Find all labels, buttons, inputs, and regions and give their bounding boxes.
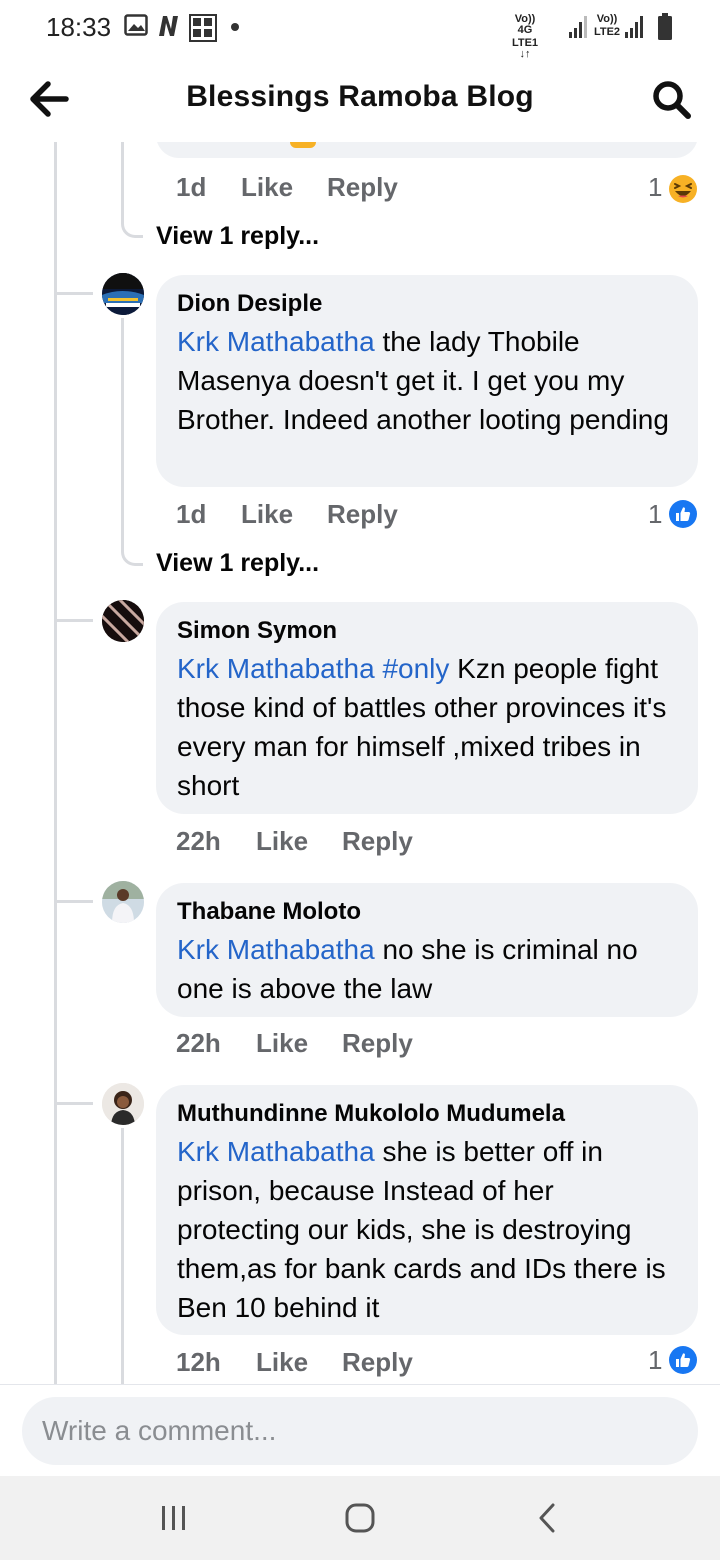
mention-link[interactable]: Krk Mathabatha: [177, 1136, 375, 1167]
comment-author[interactable]: Dion Desiple: [177, 289, 678, 319]
thread-branch: [57, 292, 93, 295]
battery-icon: [658, 13, 672, 40]
comment-input[interactable]: [22, 1397, 698, 1465]
reply-button[interactable]: Reply: [342, 1347, 413, 1378]
reply-button[interactable]: Reply: [342, 826, 413, 857]
comment-text: Krk Mathabatha the lady Thobile Masenya …: [177, 326, 669, 435]
comment-time: 1d: [176, 499, 207, 529]
comment-bubble[interactable]: Dion Desiple Krk Mathabatha the lady Tho…: [156, 275, 698, 487]
reaction-count: 1: [648, 1345, 663, 1375]
netflix-icon: [159, 16, 178, 36]
reply-button[interactable]: Reply: [342, 1028, 413, 1059]
mention-link[interactable]: Krk Mathabatha #only: [177, 653, 449, 684]
sim1-label: Vo)) 4G LTE1 ↓↑: [511, 13, 539, 60]
like-button[interactable]: Like: [241, 499, 293, 530]
comment-author[interactable]: Thabane Moloto: [177, 897, 678, 927]
reaction-count: 1: [648, 499, 663, 529]
avatar[interactable]: [102, 881, 144, 923]
thread-connector: [54, 142, 57, 1384]
system-nav-bar: [0, 1476, 720, 1560]
avatar[interactable]: [102, 600, 144, 642]
reaction-count: 1: [648, 172, 663, 202]
app-header: Blessings Ramoba Blog: [0, 56, 720, 142]
like-button[interactable]: Like: [256, 1347, 308, 1378]
reply-button[interactable]: Reply: [327, 499, 398, 530]
comment-author[interactable]: Muthundinne Mukololo Mudumela: [177, 1099, 678, 1129]
thread-branch: [57, 1102, 93, 1105]
thread-branch: [57, 619, 93, 622]
comment-composer: [0, 1384, 720, 1476]
avatar[interactable]: [102, 273, 144, 315]
previous-comment-bubble[interactable]: [156, 142, 698, 158]
haha-icon: [669, 175, 697, 203]
recent-apps-icon[interactable]: [152, 1496, 196, 1540]
thread-branch: [57, 900, 93, 903]
status-bar: 18:33 Vo)) 4G LTE1 ↓↑ Vo)) LTE2: [0, 0, 720, 60]
signal-icon: [569, 16, 587, 38]
reply-connector: [121, 202, 143, 238]
signal-icon: [625, 16, 643, 38]
comment-text: Krk Mathabatha no she is criminal no one…: [177, 934, 638, 1004]
comment-bubble[interactable]: Thabane Moloto Krk Mathabatha no she is …: [156, 883, 698, 1017]
like-button[interactable]: Like: [256, 1028, 308, 1059]
comment-author[interactable]: Simon Symon: [177, 616, 678, 646]
comment-time: 22h: [176, 826, 221, 856]
reaction-summary[interactable]: 1: [648, 172, 700, 206]
status-time: 18:33: [46, 12, 112, 42]
mention-link[interactable]: Krk Mathabatha: [177, 934, 375, 965]
reaction-summary[interactable]: 1: [648, 1343, 700, 1377]
mention-link[interactable]: Krk Mathabatha: [177, 326, 375, 357]
comment-time: 1d: [176, 172, 207, 202]
reply-connector: [121, 318, 124, 548]
comment-thread[interactable]: 1d Like Reply 1 View 1 reply... Dion Des…: [0, 142, 720, 1384]
reply-connector: [121, 1128, 124, 1384]
like-button[interactable]: Like: [256, 826, 308, 857]
avatar[interactable]: [102, 1083, 144, 1125]
like-icon: [669, 1346, 697, 1374]
like-icon: [669, 500, 697, 528]
comment-bubble[interactable]: Muthundinne Mukololo Mudumela Krk Mathab…: [156, 1085, 698, 1335]
sim2-label: Vo)) LTE2: [593, 13, 621, 38]
like-button[interactable]: Like: [241, 172, 293, 203]
reply-connector: [121, 538, 143, 566]
comment-time: 12h: [176, 1347, 221, 1377]
comment-text: Krk Mathabatha #only Kzn people fight th…: [177, 653, 667, 801]
gallery-icon: [124, 14, 148, 36]
comment-bubble[interactable]: Simon Symon Krk Mathabatha #only Kzn peo…: [156, 602, 698, 814]
emoji-fragment: [290, 142, 316, 148]
view-replies-link[interactable]: View 1 reply...: [156, 549, 319, 578]
reaction-summary[interactable]: 1: [648, 497, 700, 531]
home-icon[interactable]: [338, 1496, 382, 1540]
back-icon[interactable]: [526, 1496, 570, 1540]
page-title: Blessings Ramoba Blog: [186, 80, 534, 113]
comment-time: 22h: [176, 1028, 221, 1058]
app-grid-icon: [189, 14, 217, 42]
search-icon[interactable]: [650, 78, 694, 122]
view-replies-link[interactable]: View 1 reply...: [156, 222, 319, 251]
reply-button[interactable]: Reply: [327, 172, 398, 203]
notification-dot: [231, 23, 239, 31]
comment-text: Krk Mathabatha she is better off in pris…: [177, 1136, 666, 1323]
